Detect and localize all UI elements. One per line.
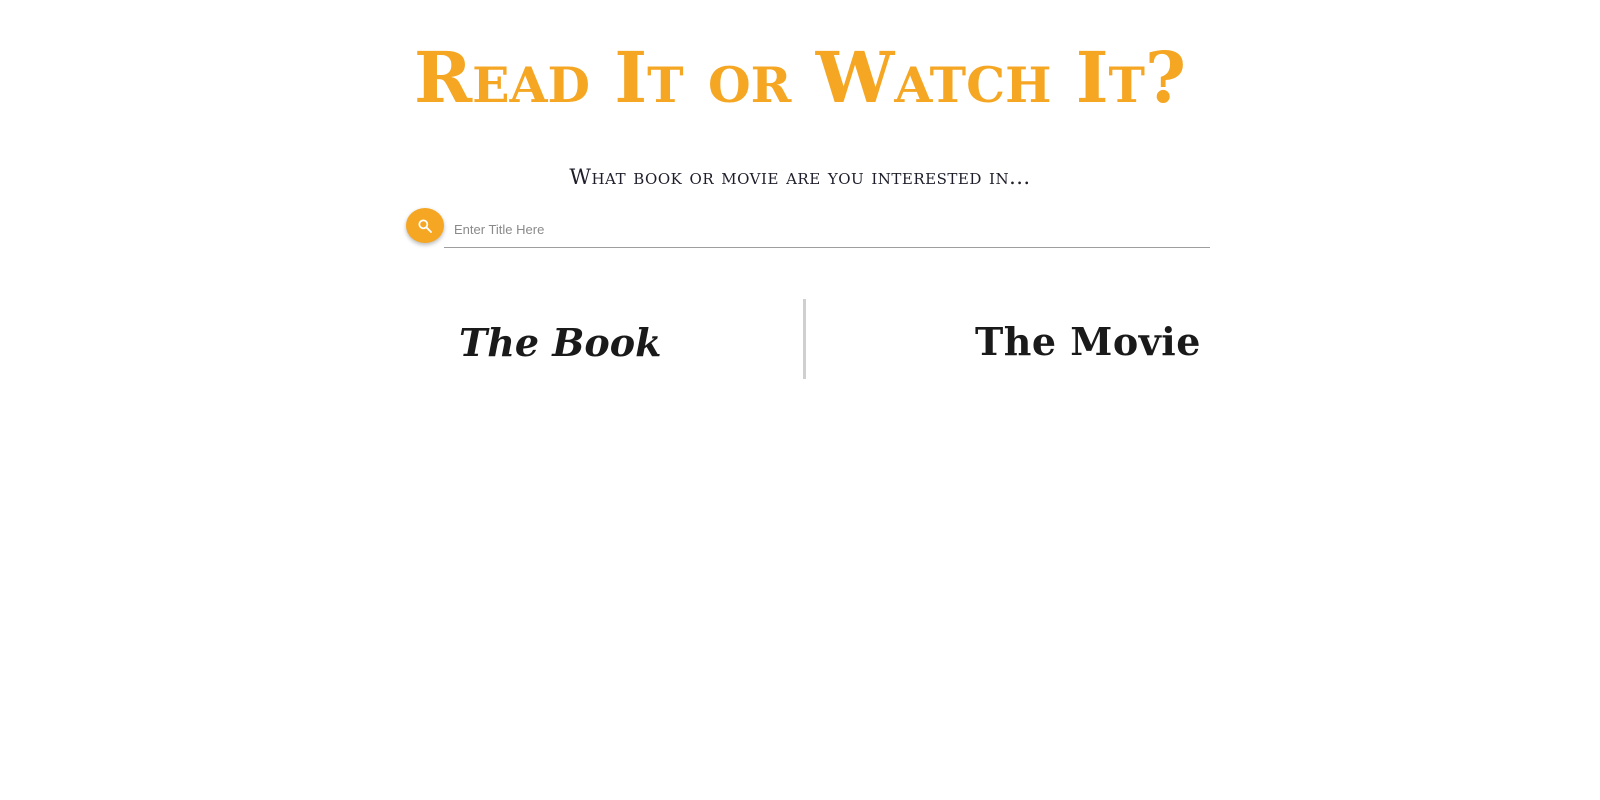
search-prompt: What book or movie are you interested in…: [569, 165, 1031, 189]
search-button[interactable]: [406, 208, 444, 243]
book-heading: The Book: [459, 320, 662, 365]
column-divider: [803, 299, 806, 379]
search-icon: [418, 218, 432, 233]
page-title: Read It or Watch It?: [413, 36, 1187, 119]
title-search-input[interactable]: [444, 212, 1210, 248]
movie-heading: The Movie: [975, 319, 1201, 364]
